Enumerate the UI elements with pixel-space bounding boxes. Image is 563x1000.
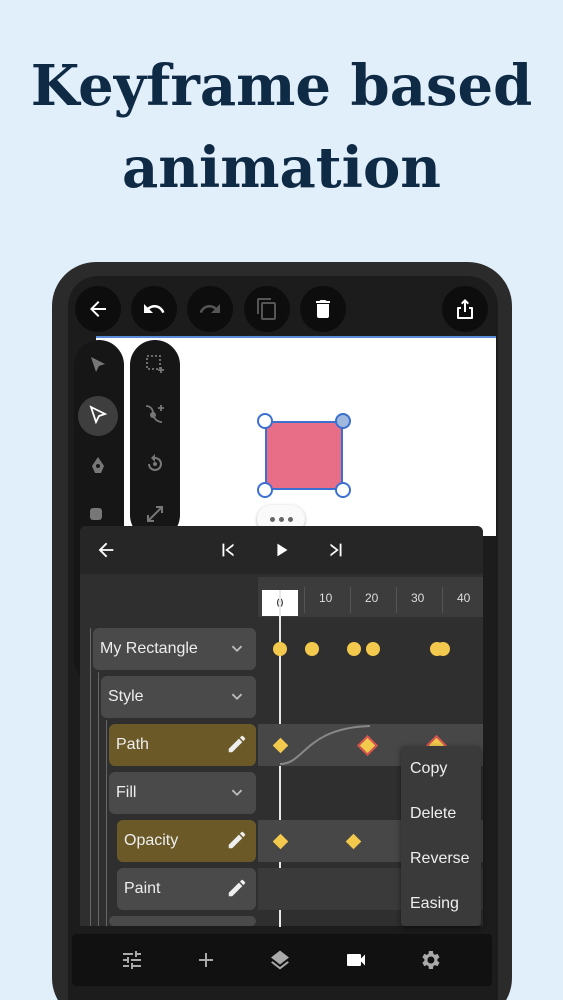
add-button[interactable] — [194, 948, 218, 972]
headline-line-1: Keyframe based — [30, 53, 533, 119]
corner-handle[interactable] — [257, 413, 273, 429]
play-icon — [277, 543, 288, 557]
settings-icon — [422, 951, 440, 969]
row-my-rectangle[interactable]: My Rectangle — [93, 628, 256, 670]
node-add-icon — [145, 405, 164, 423]
settings-button[interactable] — [418, 948, 442, 972]
layers-icon — [271, 950, 289, 970]
timeline-controls — [80, 526, 483, 574]
node-add-tool[interactable] — [135, 394, 175, 434]
pen-tool[interactable] — [78, 446, 118, 486]
row-label: Paint — [124, 880, 161, 897]
select-tool[interactable] — [78, 346, 118, 386]
row-paint[interactable]: Paint — [117, 868, 256, 910]
edit-icon[interactable] — [226, 733, 248, 755]
undo-icon — [144, 304, 165, 313]
redo-button[interactable] — [187, 286, 233, 332]
corner-handle[interactable] — [335, 413, 351, 429]
menu-item-copy[interactable]: Copy — [410, 760, 447, 778]
row-label: Style — [108, 688, 144, 705]
row-label: My Rectangle — [100, 640, 198, 657]
menu-item-easing[interactable]: Easing — [410, 895, 459, 913]
direct-select-tool[interactable] — [78, 396, 118, 436]
pen-icon — [92, 457, 104, 473]
row-fill[interactable]: Fill — [109, 772, 256, 814]
marquee-add-icon — [146, 355, 164, 373]
row-opacity[interactable]: Opacity — [117, 820, 256, 862]
adjust-button[interactable] — [120, 948, 144, 972]
row-label: Opacity — [124, 832, 179, 849]
bottom-navigation — [72, 934, 492, 986]
back-button[interactable] — [75, 286, 121, 332]
direct-select-icon — [89, 405, 108, 425]
undo-button[interactable] — [131, 286, 177, 332]
ruler-tick: 10 — [319, 591, 333, 605]
chevron-down-icon[interactable] — [226, 781, 248, 803]
animation-button[interactable] — [344, 948, 368, 972]
corner-handle[interactable] — [257, 482, 273, 498]
add-icon — [199, 953, 213, 967]
marquee-add-tool[interactable] — [135, 344, 175, 384]
close-timeline-button[interactable] — [94, 538, 118, 562]
row-path[interactable]: Path — [109, 724, 256, 766]
headline-line-2: animation — [121, 135, 442, 201]
keyframe-dot[interactable] — [347, 642, 361, 656]
rotate-icon — [148, 454, 162, 471]
ruler-tick: 30 — [411, 591, 425, 605]
back-arrow-icon — [90, 301, 106, 317]
row-style[interactable]: Style — [101, 676, 256, 718]
ruler-tick: 40 — [457, 591, 471, 605]
duplicate-button[interactable] — [244, 286, 290, 332]
duplicate-icon — [257, 298, 276, 320]
first-frame-button[interactable] — [216, 538, 240, 562]
shape-icon — [90, 508, 102, 520]
back-arrow-icon — [98, 542, 114, 558]
row-label: Fill — [116, 784, 137, 801]
corner-handle[interactable] — [335, 482, 351, 498]
rotate-tool[interactable] — [135, 444, 175, 484]
keyframe-dot[interactable] — [305, 642, 319, 656]
select-icon — [91, 357, 105, 372]
delete-icon — [316, 300, 330, 318]
row-partial — [109, 916, 256, 926]
share-icon — [457, 299, 473, 319]
keyframe-dot[interactable] — [436, 642, 450, 656]
edit-icon[interactable] — [226, 877, 248, 899]
chevron-down-icon[interactable] — [226, 685, 248, 707]
row-label: Path — [116, 736, 149, 753]
adjust-icon — [123, 951, 141, 969]
delete-button[interactable] — [300, 286, 346, 332]
edit-icon[interactable] — [226, 829, 248, 851]
skip-start-icon — [222, 543, 234, 557]
skip-end-icon — [330, 543, 342, 557]
redo-icon — [199, 304, 220, 313]
keyframe-dot[interactable] — [273, 642, 287, 656]
selected-rectangle[interactable] — [265, 421, 343, 490]
menu-item-reverse[interactable]: Reverse — [410, 850, 470, 868]
ruler-tick: 20 — [365, 591, 379, 605]
keyframe-dot[interactable] — [366, 642, 380, 656]
layers-button[interactable] — [268, 948, 292, 972]
last-frame-button[interactable] — [324, 538, 348, 562]
scale-icon — [147, 506, 163, 522]
share-button[interactable] — [442, 286, 488, 332]
chevron-down-icon[interactable] — [226, 637, 248, 659]
keyframe-context-menu: Copy Delete Reverse Easing — [401, 746, 481, 926]
menu-item-delete[interactable]: Delete — [410, 805, 456, 823]
play-button[interactable] — [270, 538, 294, 562]
video-icon — [347, 954, 365, 966]
